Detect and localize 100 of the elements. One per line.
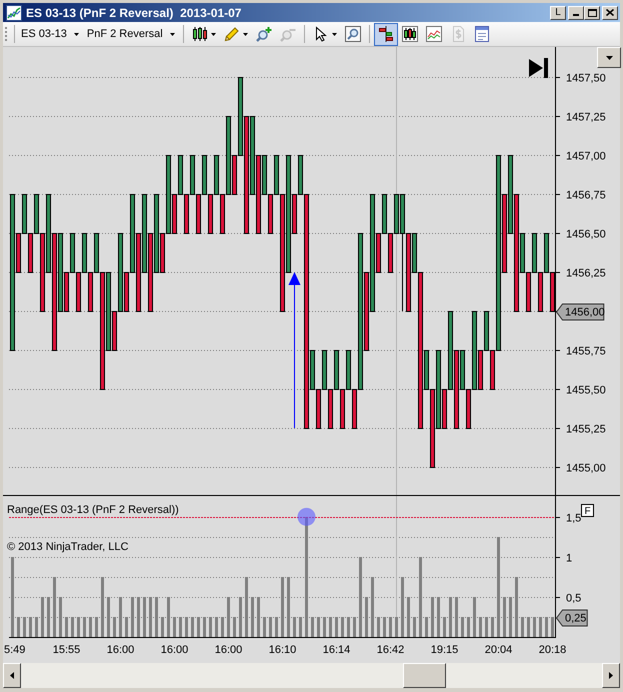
falling-column [76, 272, 81, 312]
caret-icon[interactable] [210, 32, 216, 36]
f-button[interactable]: F [581, 504, 594, 517]
falling-column [376, 233, 381, 273]
caret-icon[interactable] [606, 56, 612, 60]
falling-column [292, 194, 297, 234]
left-arrow-icon[interactable] [10, 672, 14, 679]
caret-icon[interactable] [170, 32, 175, 36]
scroll-right-button[interactable] [602, 663, 620, 688]
price-axis-label: 1456,50 [566, 228, 606, 240]
price-axis-label: 1455,00 [566, 462, 606, 474]
falling-column [16, 233, 21, 273]
value-axis-label: 1 [566, 552, 572, 564]
minimize-button[interactable] [568, 6, 584, 20]
falling-column [388, 233, 393, 273]
rising-column [382, 194, 387, 234]
falling-column [526, 272, 531, 312]
chart-style-dropdown[interactable]: PnF 2 Reversal [82, 23, 179, 45]
price-axis-label: 1457,25 [566, 112, 606, 124]
time-axis-label: 5:49 [4, 644, 26, 656]
falling-column [160, 233, 165, 273]
rising-column [70, 233, 75, 273]
order-panel-button[interactable] [374, 22, 398, 46]
rising-column [346, 350, 351, 390]
time-axis-label: 16:10 [268, 644, 296, 656]
time-axis-label: 16:00 [106, 644, 134, 656]
candle-chart-icon[interactable] [402, 26, 418, 42]
panel-menu-button[interactable] [597, 47, 621, 68]
time-axis-label: 19:15 [430, 644, 458, 656]
rising-column [94, 233, 99, 273]
rising-column [424, 350, 429, 390]
link-button[interactable]: L [550, 6, 566, 20]
falling-column [352, 389, 357, 429]
rising-column [190, 155, 195, 195]
rising-column [214, 155, 219, 195]
rising-column [460, 350, 465, 390]
rising-column [520, 233, 525, 273]
scrollbar-thumb[interactable] [403, 663, 446, 688]
falling-column [196, 194, 201, 234]
time-axis-label: 16:00 [160, 644, 188, 656]
price-axis-label: 1457,00 [566, 150, 606, 162]
rising-column [34, 194, 39, 234]
time-axis-label: 20:04 [484, 644, 512, 656]
pencil-icon[interactable] [224, 26, 240, 42]
candlestick-icon[interactable] [192, 26, 208, 42]
price-axis-label: 1455,25 [566, 424, 606, 436]
rising-column [178, 155, 183, 195]
minimize-icon[interactable] [573, 14, 579, 16]
falling-column [328, 389, 333, 429]
caret-icon[interactable] [74, 32, 79, 36]
falling-column [442, 389, 447, 429]
close-button[interactable] [602, 6, 618, 20]
time-axis-label: 20:18 [538, 644, 566, 656]
falling-column [268, 194, 273, 234]
rising-column [262, 155, 267, 195]
value-axis-label: 0,5 [566, 592, 582, 604]
falling-column [184, 194, 189, 234]
falling-column [28, 233, 33, 273]
falling-column [232, 155, 237, 195]
falling-column [220, 194, 225, 234]
app-icon [6, 4, 22, 20]
instrument-dropdown[interactable]: ES 03-13 [17, 23, 83, 45]
rising-column [202, 155, 207, 195]
time-axis-label: 15:55 [52, 644, 80, 656]
falling-column [490, 350, 495, 390]
last-value-tag: 0,25 [556, 610, 588, 626]
rising-column [82, 233, 87, 273]
form-icon[interactable] [474, 26, 490, 42]
maximize-button[interactable] [584, 6, 600, 20]
caret-icon[interactable] [332, 32, 337, 36]
rising-column [322, 350, 327, 390]
falling-column [550, 272, 555, 312]
falling-column [112, 311, 117, 351]
falling-column [316, 389, 321, 429]
falling-column [478, 350, 483, 390]
window-title: ES 03-13 (PnF 2 Reversal) 2013-01-07 [26, 6, 242, 18]
line-chart-icon[interactable] [426, 26, 442, 42]
scroll-left-button[interactable] [3, 663, 21, 688]
skip-to-end-icon[interactable] [529, 58, 548, 78]
right-arrow-icon[interactable] [609, 672, 613, 679]
indicator-title: Range(ES 03-13 (PnF 2 Reversal)) [7, 504, 179, 516]
rising-column [334, 350, 339, 390]
close-icon[interactable] [606, 9, 614, 16]
rising-column [532, 233, 537, 273]
caret-icon[interactable] [242, 32, 248, 36]
price-axis-label: 1457,50 [566, 72, 606, 84]
order-bars-icon[interactable] [378, 26, 394, 42]
rising-column [412, 233, 417, 273]
grip-icon[interactable] [5, 26, 8, 42]
price-axis-label: 1455,75 [566, 346, 606, 358]
copyright-text: © 2013 NinjaTrader, LLC [7, 541, 128, 553]
price-axis-label: 1455,50 [566, 384, 606, 396]
maximize-icon[interactable] [588, 8, 596, 16]
magnifier-box-icon[interactable] [344, 26, 361, 42]
time-axis-label: 16:14 [322, 644, 350, 656]
falling-column [340, 389, 345, 429]
falling-column [466, 389, 471, 429]
zoom-in-icon[interactable] [256, 26, 272, 42]
time-axis-label: 16:42 [376, 644, 404, 656]
rising-column [22, 194, 27, 234]
